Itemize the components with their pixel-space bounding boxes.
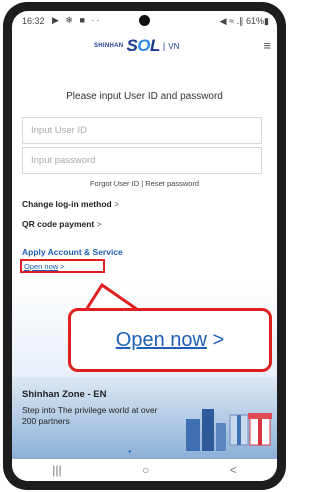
change-login-label: Change log-in method — [22, 199, 112, 209]
change-login-method-link[interactable]: Change log-in method > — [22, 199, 119, 209]
app-screen: 16:32 ▶ ❄ ■ ·· ◀ ≈ .∥ 61%▮ SHINHAN SOL |… — [12, 11, 277, 481]
logo-separator: | — [162, 41, 166, 51]
user-id-input[interactable]: Input User ID — [22, 117, 262, 144]
account-recovery-links: Forgot User ID | Reset password — [12, 179, 277, 188]
password-input[interactable]: Input password — [22, 147, 262, 174]
forgot-user-id-link[interactable]: Forgot User ID — [90, 179, 139, 188]
hamburger-menu-icon[interactable]: ≡ — [263, 38, 271, 53]
logo-country: VN — [168, 41, 180, 51]
logo-brand: SHINHAN — [94, 43, 124, 49]
home-icon[interactable]: ○ — [142, 463, 149, 477]
logo-sol: SOL — [126, 36, 160, 55]
chevron-right-icon: > — [96, 219, 102, 229]
callout-pointer — [83, 283, 142, 311]
apply-account-service-heading: Apply Account & Service — [22, 247, 123, 257]
chevron-right-icon: > — [212, 329, 225, 351]
notification-icons: ▶ ❄ ■ ·· — [52, 15, 102, 25]
zone-description: Step into The privilege world at over 20… — [22, 405, 158, 426]
carousel-dots[interactable]: ●●●● — [135, 449, 162, 455]
zone-title: Shinhan Zone - EN — [22, 389, 107, 400]
qr-code-payment-link[interactable]: QR code payment > — [22, 219, 102, 229]
links-divider: | — [141, 179, 144, 188]
open-now-label: Open now — [24, 262, 59, 271]
android-navigation-bar: ||| ○ < — [12, 459, 277, 481]
phone-frame: 16:32 ▶ ❄ ■ ·· ◀ ≈ .∥ 61%▮ SHINHAN SOL |… — [3, 2, 286, 490]
status-time: 16:32 — [22, 16, 45, 26]
reset-password-link[interactable]: Reset password — [145, 179, 199, 188]
open-now-zoom-callout[interactable]: Open now > — [68, 308, 272, 372]
battery-status: ◀ ≈ .∥ 61%▮ — [219, 16, 269, 26]
app-header: SHINHAN SOL | VN ≡ — [12, 31, 277, 63]
open-now-link[interactable]: Open now > — [20, 259, 105, 273]
front-camera-icon — [139, 15, 150, 26]
chevron-right-icon: > — [60, 262, 65, 271]
carousel-dot-active[interactable]: ● — [128, 449, 135, 455]
callout-open-now-label: Open now — [115, 329, 207, 351]
qr-payment-label: QR code payment — [22, 219, 95, 229]
gift-city-illustration-icon — [186, 409, 272, 451]
shinhan-sol-logo: SHINHAN SOL | VN — [94, 36, 179, 56]
recent-apps-icon[interactable]: ||| — [52, 463, 61, 477]
chevron-right-icon: > — [114, 199, 120, 209]
back-icon[interactable]: < — [230, 463, 237, 477]
callout-text: Open now > — [71, 329, 269, 352]
login-title: Please input User ID and password — [66, 91, 223, 102]
status-bar: 16:32 ▶ ❄ ■ ·· ◀ ≈ .∥ 61%▮ — [12, 11, 277, 31]
carousel-indicator: ●●●●● — [12, 449, 277, 455]
